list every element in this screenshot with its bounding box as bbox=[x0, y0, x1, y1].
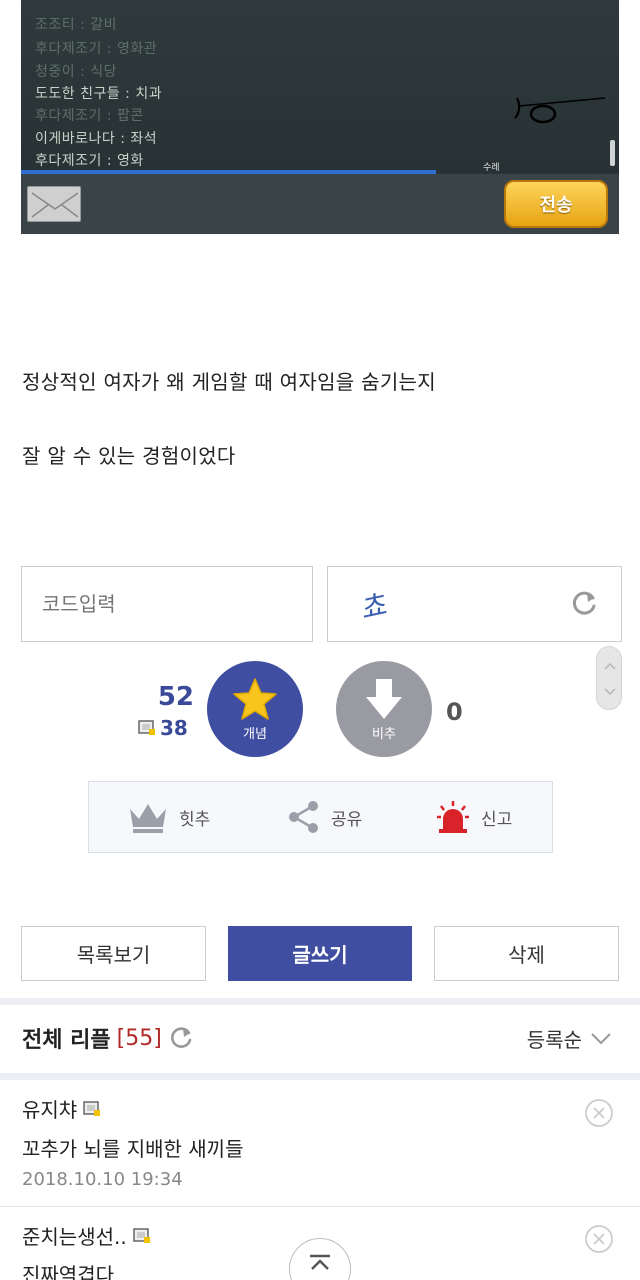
share-button[interactable]: 공유 bbox=[287, 782, 362, 852]
crown-icon bbox=[130, 804, 166, 833]
chat-line: 조조티 : 갈비 bbox=[35, 17, 118, 33]
upvote-label: 개념 bbox=[243, 726, 267, 742]
fix-count: 38 bbox=[160, 716, 188, 740]
upvote-button[interactable]: 개념 bbox=[207, 661, 303, 757]
post-action-bar: 힛추 공유 신고 bbox=[88, 781, 553, 853]
captcha-image-box: 쵸 bbox=[327, 566, 622, 642]
game-input-bar: 전송 bbox=[21, 174, 619, 234]
fix-badge-icon bbox=[132, 1227, 150, 1243]
fix-badge-icon bbox=[83, 1100, 101, 1116]
captcha-code-text: 쵸 bbox=[361, 587, 389, 626]
star-icon bbox=[233, 677, 277, 720]
chat-line: 이게바로나다 : 좌석 bbox=[35, 131, 158, 147]
chat-line: 후다제조기 : 팝콘 bbox=[35, 108, 144, 124]
share-label: 공유 bbox=[331, 809, 363, 830]
comment-date: 2018.10.10 19:34 bbox=[22, 1169, 183, 1190]
comments-title: 전체 리플 bbox=[22, 1028, 111, 1053]
comment-author-name: 준치는생선.. bbox=[22, 1225, 127, 1249]
siren-icon bbox=[437, 801, 469, 833]
game-send-button: 전송 bbox=[504, 180, 608, 228]
refresh-comments-icon[interactable] bbox=[168, 1025, 194, 1051]
comments-header: 전체 리플 [55] bbox=[22, 1022, 194, 1054]
delete-comment-icon[interactable] bbox=[584, 1224, 614, 1254]
comments-count: [55] bbox=[116, 1025, 162, 1051]
list-view-button[interactable]: 목록보기 bbox=[21, 926, 206, 981]
downvote-label: 비추 bbox=[372, 726, 396, 742]
chat-line: 도도한 친구들 : 치과 bbox=[35, 86, 163, 102]
sort-order-select[interactable]: 등록순 bbox=[527, 1024, 612, 1053]
comment-body: 꼬추가 뇌를 지배한 새끼들 bbox=[22, 1137, 244, 1161]
chat-line: 청중이 : 식당 bbox=[35, 64, 118, 80]
comment-author[interactable]: 준치는생선.. bbox=[22, 1221, 151, 1250]
downvote-count: 0 bbox=[446, 698, 463, 726]
comment-author[interactable]: 유지챠 bbox=[22, 1094, 101, 1123]
mail-icon bbox=[27, 186, 81, 222]
chat-line: 후다제조기 : 영화 bbox=[35, 153, 144, 169]
captcha-code-input[interactable] bbox=[21, 566, 313, 642]
chat-line: 후다제조기 : 영화관 bbox=[35, 41, 158, 57]
sort-order-label: 등록순 bbox=[526, 1028, 582, 1052]
report-button[interactable]: 신고 bbox=[435, 782, 512, 852]
delete-comment-icon[interactable] bbox=[584, 1098, 614, 1128]
hit-recommend-label: 힛추 bbox=[179, 809, 211, 830]
chevron-up-icon bbox=[310, 1254, 330, 1270]
comment-body: 진짜역겹다 bbox=[22, 1263, 114, 1280]
arrow-down-icon bbox=[366, 678, 402, 719]
downvote-button[interactable]: 비추 bbox=[336, 661, 432, 757]
chat-scrollbar bbox=[610, 140, 615, 166]
chat-small-label: 수레 bbox=[483, 163, 500, 173]
comment-author-name: 유지챠 bbox=[22, 1098, 78, 1122]
hit-recommend-button[interactable]: 힛추 bbox=[127, 782, 210, 852]
report-label: 신고 bbox=[481, 809, 513, 830]
section-divider bbox=[0, 1073, 640, 1080]
refresh-icon[interactable] bbox=[569, 589, 599, 619]
share-icon bbox=[289, 801, 318, 833]
scroll-handle[interactable] bbox=[596, 646, 622, 710]
write-button[interactable]: 글쓰기 bbox=[228, 926, 412, 981]
section-divider bbox=[0, 998, 640, 1005]
post-text-line: 잘 알 수 있는 경험이었다 bbox=[22, 444, 236, 468]
post-text-line: 정상적인 여자가 왜 게임할 때 여자임을 숨기는지 bbox=[22, 370, 436, 394]
delete-post-button[interactable]: 삭제 bbox=[434, 926, 619, 981]
chevron-down-icon bbox=[591, 1032, 611, 1044]
comment-item: 유지챠 꼬추가 뇌를 지배한 새끼들 2018.10.10 19:34 bbox=[0, 1080, 640, 1206]
game-chat-area: 조조티 : 갈비 후다제조기 : 영화관 청중이 : 식당 도도한 친구들 : … bbox=[21, 0, 619, 173]
upvote-count: 52 bbox=[157, 682, 194, 712]
fix-badge-icon bbox=[138, 720, 155, 735]
drawing-doodle bbox=[514, 97, 606, 124]
embedded-game-screenshot: 조조티 : 갈비 후다제조기 : 영화관 청중이 : 식당 도도한 친구들 : … bbox=[21, 0, 619, 234]
fix-count-row: 38 bbox=[138, 716, 188, 740]
